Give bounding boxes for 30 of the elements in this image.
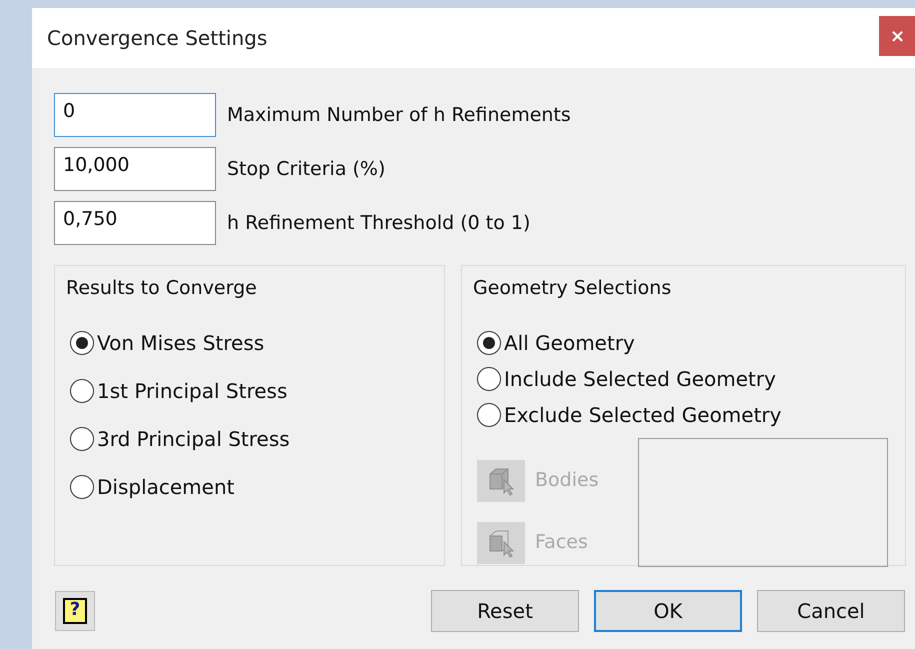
close-button[interactable]: × (879, 16, 915, 56)
field-label: Maximum Number of h Refinements (227, 102, 571, 128)
picker-label: Bodies (535, 468, 599, 494)
field-label: Stop Criteria (%) (227, 156, 386, 182)
radio-label: Displacement (97, 474, 234, 500)
window-title: Convergence Settings (47, 25, 268, 52)
radio-label: Von Mises Stress (97, 330, 264, 356)
dialog-button[interactable]: Reset (431, 590, 579, 632)
radio-label: All Geometry (504, 330, 635, 356)
help-button[interactable]: ? (55, 591, 95, 631)
number-field[interactable]: 0,750 (54, 201, 216, 245)
radio-label: Include Selected Geometry (504, 366, 776, 392)
radio-label: 3rd Principal Stress (97, 426, 290, 452)
radio-label: Exclude Selected Geometry (504, 402, 782, 428)
number-field[interactable]: 10,000 (54, 147, 216, 191)
radio-button[interactable] (70, 426, 94, 450)
radio-button[interactable] (477, 366, 501, 390)
dialog-button[interactable]: OK (594, 590, 742, 632)
number-field[interactable]: 0 (54, 93, 216, 137)
radio-button[interactable] (70, 378, 94, 402)
field-label: h Refinement Threshold (0 to 1) (227, 210, 530, 236)
radio-button[interactable] (477, 402, 501, 426)
radio-button[interactable] (70, 474, 94, 498)
group-title: Results to Converge (66, 276, 257, 301)
picker-label: Faces (535, 530, 588, 556)
radio-button[interactable] (70, 330, 94, 354)
group-title: Geometry Selections (473, 276, 672, 301)
radio-label: 1st Principal Stress (97, 378, 288, 404)
radio-button[interactable] (477, 330, 501, 354)
dialog-button[interactable]: Cancel (757, 590, 905, 632)
